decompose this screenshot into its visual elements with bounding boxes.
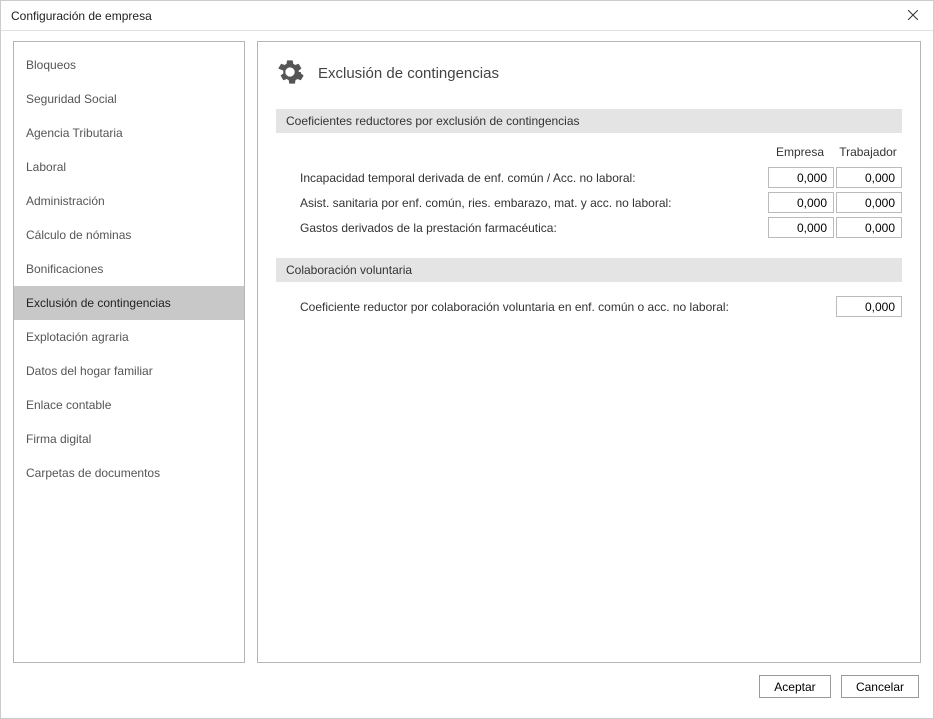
coef-empresa-input[interactable] (768, 167, 834, 188)
gear-icon (276, 58, 304, 89)
col-header-trabajador: Trabajador (834, 145, 902, 159)
close-button[interactable] (893, 1, 933, 31)
close-icon (908, 9, 918, 23)
cancel-button[interactable]: Cancelar (841, 675, 919, 698)
coef-trabajador-input[interactable] (836, 167, 902, 188)
sidebar-item-3[interactable]: Laboral (14, 150, 244, 184)
sidebar-item-4[interactable]: Administración (14, 184, 244, 218)
voluntary-input[interactable] (836, 296, 902, 317)
section1-header: Coeficientes reductores por exclusión de… (276, 109, 902, 133)
coef-label: Asist. sanitaria por enf. común, ries. e… (300, 196, 766, 210)
sidebar-item-11[interactable]: Firma digital (14, 422, 244, 456)
sidebar-item-8[interactable]: Explotación agraria (14, 320, 244, 354)
coef-row-1: Asist. sanitaria por enf. común, ries. e… (276, 190, 902, 215)
sidebar-item-6[interactable]: Bonificaciones (14, 252, 244, 286)
section1-body: Empresa Trabajador Incapacidad temporal … (276, 145, 902, 258)
sidebar-item-7[interactable]: Exclusión de contingencias (14, 286, 244, 320)
column-headers: Empresa Trabajador (276, 145, 902, 159)
titlebar: Configuración de empresa (1, 1, 933, 31)
sidebar-item-10[interactable]: Enlace contable (14, 388, 244, 422)
window-title: Configuración de empresa (11, 9, 152, 23)
sidebar: BloqueosSeguridad SocialAgencia Tributar… (13, 41, 245, 663)
voluntary-row: Coeficiente reductor por colaboración vo… (276, 294, 902, 319)
sidebar-item-0[interactable]: Bloqueos (14, 48, 244, 82)
coef-trabajador-input[interactable] (836, 217, 902, 238)
col-header-empresa: Empresa (766, 145, 834, 159)
accept-button[interactable]: Aceptar (759, 675, 831, 698)
section2-body: Coeficiente reductor por colaboración vo… (276, 294, 902, 337)
main-panel: Exclusión de contingencias Coeficientes … (257, 41, 921, 663)
coef-row-0: Incapacidad temporal derivada de enf. co… (276, 165, 902, 190)
content-area: BloqueosSeguridad SocialAgencia Tributar… (1, 31, 933, 671)
voluntary-label: Coeficiente reductor por colaboración vo… (300, 300, 834, 314)
coef-empresa-input[interactable] (768, 217, 834, 238)
section2-header: Colaboración voluntaria (276, 258, 902, 282)
sidebar-item-5[interactable]: Cálculo de nóminas (14, 218, 244, 252)
coef-trabajador-input[interactable] (836, 192, 902, 213)
sidebar-item-1[interactable]: Seguridad Social (14, 82, 244, 116)
coef-empresa-input[interactable] (768, 192, 834, 213)
coef-label: Gastos derivados de la prestación farmac… (300, 221, 766, 235)
sidebar-item-12[interactable]: Carpetas de documentos (14, 456, 244, 490)
page-header: Exclusión de contingencias (276, 58, 902, 89)
sidebar-item-9[interactable]: Datos del hogar familiar (14, 354, 244, 388)
footer: Aceptar Cancelar (1, 671, 933, 708)
coef-row-2: Gastos derivados de la prestación farmac… (276, 215, 902, 240)
sidebar-item-2[interactable]: Agencia Tributaria (14, 116, 244, 150)
coef-label: Incapacidad temporal derivada de enf. co… (300, 171, 766, 185)
page-title: Exclusión de contingencias (318, 65, 499, 82)
